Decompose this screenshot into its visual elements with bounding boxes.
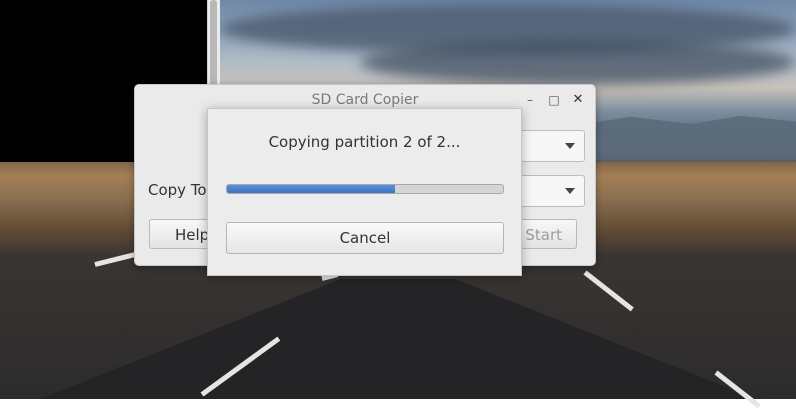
progress-bar-fill [227, 185, 396, 193]
window-controls: – □ ✕ [523, 85, 585, 115]
road-marking [94, 251, 140, 267]
progress-message: Copying partition 2 of 2... [268, 133, 461, 151]
dropdown-arrow-icon [565, 143, 575, 149]
wallpaper-road [40, 279, 756, 399]
copy-to-label: Copy To [148, 181, 207, 199]
cancel-button[interactable]: Cancel [226, 222, 504, 254]
road-marking [583, 270, 634, 312]
minimize-icon[interactable]: – [523, 93, 537, 107]
wallpaper-cloud [360, 40, 796, 85]
progress-bar [226, 184, 504, 194]
copy-to-dropdown[interactable] [519, 175, 585, 207]
close-icon[interactable]: ✕ [571, 93, 585, 107]
copy-from-dropdown[interactable] [519, 130, 585, 162]
dropdown-arrow-icon [565, 188, 575, 194]
copy-progress-dialog: Copying partition 2 of 2... Cancel [207, 108, 522, 276]
maximize-icon[interactable]: □ [547, 93, 561, 107]
